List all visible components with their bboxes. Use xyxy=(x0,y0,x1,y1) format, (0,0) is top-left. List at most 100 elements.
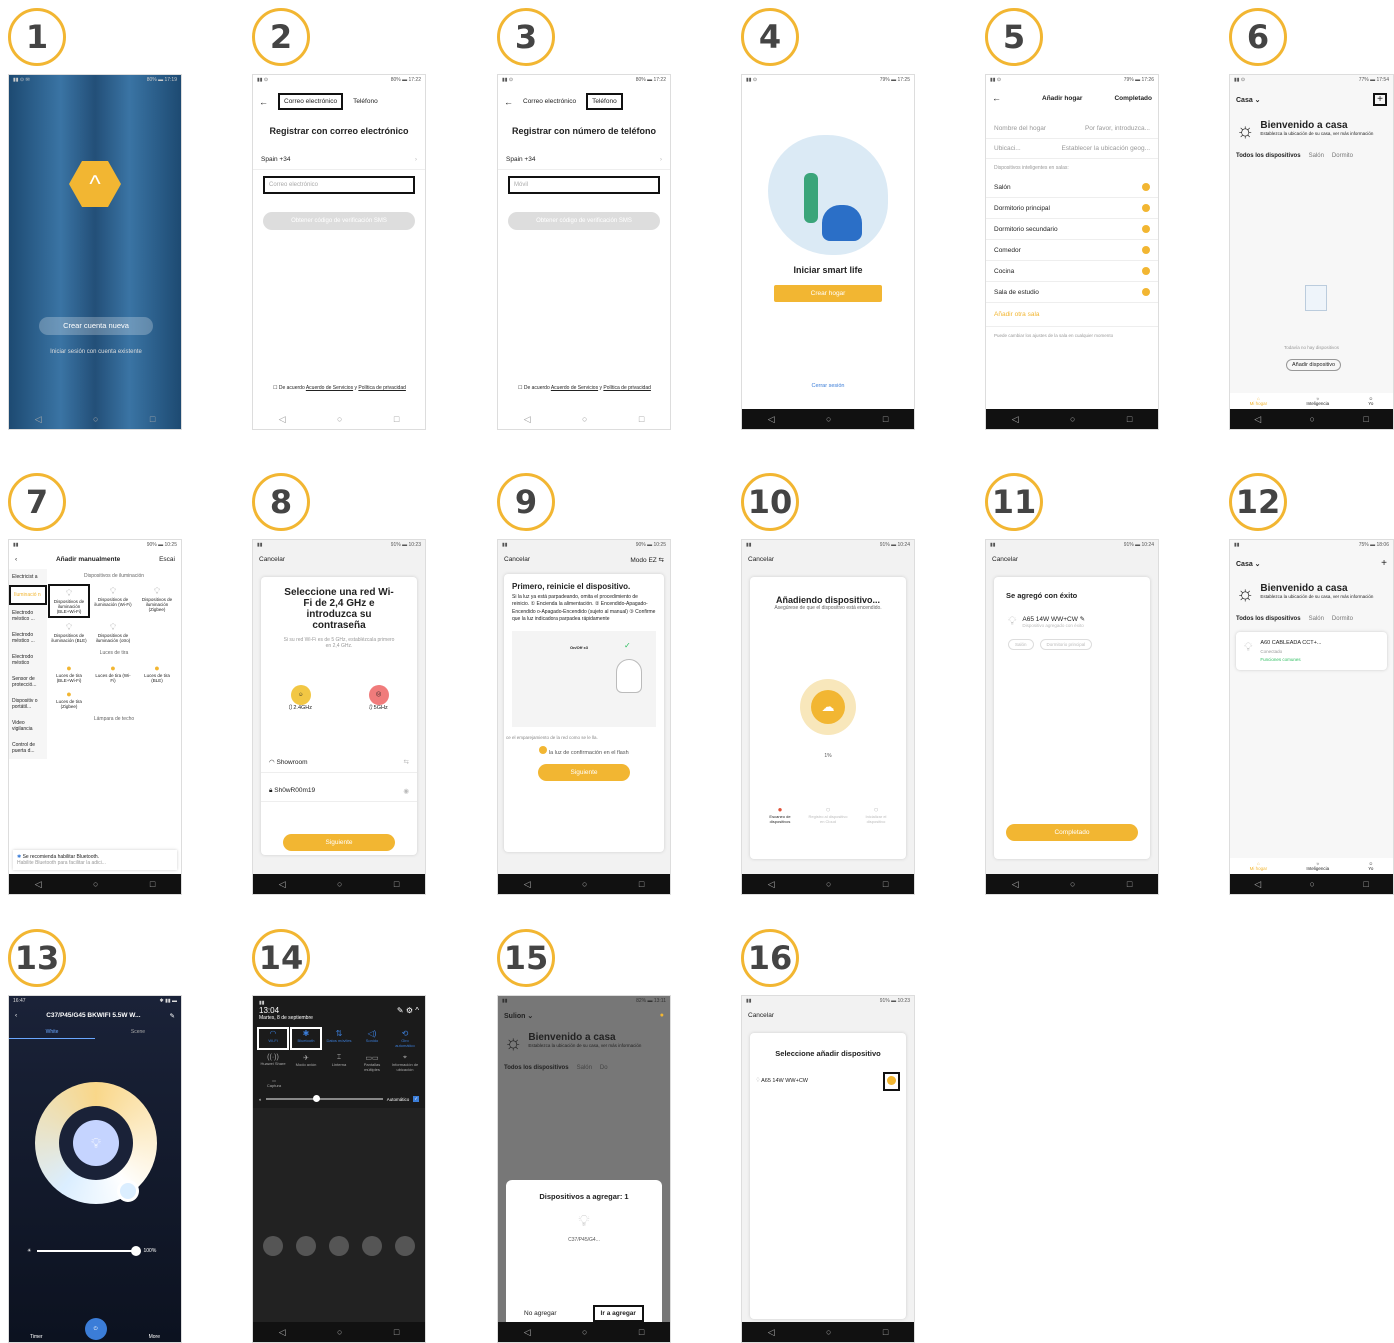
tab-salon[interactable]: Salón xyxy=(577,1065,592,1071)
tab-scene[interactable]: Scene xyxy=(95,1026,181,1039)
quick-tile[interactable]: ✱ Bluetooth xyxy=(290,1027,322,1050)
add-icon[interactable]: + xyxy=(1381,558,1387,569)
home-icon[interactable]: ○ xyxy=(826,879,831,889)
home-icon[interactable]: ○ xyxy=(337,879,342,889)
privacy-link[interactable]: Política de privacidad xyxy=(603,385,651,391)
cancel-button[interactable]: Cancelar xyxy=(986,550,1158,569)
ssid-field[interactable]: ◠ Showroom ⇆ xyxy=(261,752,417,773)
location-field[interactable]: Ubicaci... Establecer la ubicación geog..… xyxy=(986,139,1158,159)
cancel-button[interactable]: Cancelar xyxy=(504,556,530,564)
device-type-item[interactable]: ● Luces de tira (Zigbee) xyxy=(48,687,90,711)
slider-knob[interactable] xyxy=(131,1246,142,1256)
tab-mi-hogar[interactable]: ⌂ Mi hogar xyxy=(1250,861,1268,871)
recent-icon[interactable]: □ xyxy=(394,414,399,424)
category-item[interactable]: Electricist a xyxy=(9,569,47,585)
back-icon[interactable]: ◁ xyxy=(768,879,775,890)
category-item[interactable]: Video vigilancia xyxy=(9,715,47,737)
capture-tile[interactable]: ▭ Captura xyxy=(259,1078,289,1088)
tab-inteligencia[interactable]: ☼ Inteligencia xyxy=(1306,861,1329,871)
recent-icon[interactable]: □ xyxy=(394,1327,399,1337)
device-type-item[interactable]: ● Luces de tira (BLE+Wi-Fi) xyxy=(48,661,90,685)
next-button[interactable]: Siguiente xyxy=(538,764,630,781)
back-icon[interactable]: ◁ xyxy=(524,414,531,425)
bluetooth-banner[interactable]: ✱ Se recomienda habilitar Bluetooth. Habi… xyxy=(13,850,177,870)
edit-icon[interactable]: ✎ xyxy=(1080,616,1085,623)
tab-yo[interactable]: ☺ Yo xyxy=(1368,861,1373,871)
room-item[interactable]: Salón xyxy=(986,177,1158,198)
more-button[interactable]: More xyxy=(149,1334,160,1340)
sms-code-button[interactable]: Obtener código de verificación SMS xyxy=(508,212,660,230)
device-type-item[interactable]: 💡︎ Dispositivos de iluminación (BLE) xyxy=(48,620,90,645)
add-icon[interactable]: ● xyxy=(660,1012,664,1020)
home-selector[interactable]: Casa ⌄ xyxy=(1236,96,1261,104)
home-icon[interactable]: ○ xyxy=(337,414,342,424)
home-selector[interactable]: Casa ⌄ xyxy=(1236,560,1261,568)
category-item[interactable]: Electrodo méstico xyxy=(9,649,47,671)
next-button[interactable]: Siguiente xyxy=(283,834,395,851)
quick-tile[interactable]: ◠ Wi-Fi xyxy=(257,1027,289,1050)
home-name-field[interactable]: Nombre del hogar Por favor, introduzca... xyxy=(986,119,1158,139)
home-icon[interactable]: ○ xyxy=(1070,879,1075,889)
logout-link[interactable]: Cerrar sesión xyxy=(742,383,914,389)
edit-icon[interactable]: ✎ xyxy=(170,1012,175,1020)
home-icon[interactable]: ○ xyxy=(337,1327,342,1337)
add-icon[interactable]: + xyxy=(1373,93,1387,106)
home-icon[interactable]: ○ xyxy=(582,879,587,889)
tab-email[interactable]: Correo electrónico xyxy=(278,93,344,110)
back-icon[interactable]: ◁ xyxy=(1254,879,1261,890)
edit-icon[interactable]: ✎ xyxy=(397,1006,404,1015)
password-field[interactable]: 🔒︎ Sh0wR00m19 ◉ xyxy=(261,781,417,802)
tab-mi-hogar[interactable]: ⌂ Mi hogar xyxy=(1250,396,1268,406)
room-item[interactable]: Cocina xyxy=(986,261,1158,282)
quick-tile[interactable]: ⟲ Giro automático xyxy=(391,1029,419,1048)
category-item[interactable]: Control de puerta d... xyxy=(9,737,47,759)
back-icon[interactable]: ◁ xyxy=(35,414,42,425)
power-icon[interactable]: ⏻ xyxy=(84,1318,107,1340)
power-bulb-icon[interactable]: 💡︎ xyxy=(73,1120,119,1166)
device-type-item[interactable]: ● Luces de tira (BLE) xyxy=(136,661,178,685)
privacy-link[interactable]: Política de privacidad xyxy=(358,385,406,391)
tab-phone[interactable]: Teléfono xyxy=(353,98,378,105)
recent-icon[interactable]: □ xyxy=(150,414,155,424)
category-item[interactable]: Electrodo méstico ... xyxy=(9,605,47,627)
tab-yo[interactable]: ☺ Yo xyxy=(1368,396,1373,406)
common-functions-link[interactable]: Funciones comunes xyxy=(1260,657,1321,662)
home-icon[interactable]: ○ xyxy=(93,879,98,889)
tab-dormitorio[interactable]: Dormito xyxy=(1332,153,1353,159)
home-icon[interactable]: ○ xyxy=(582,414,587,424)
add-device-button[interactable]: Añadir dispositivo xyxy=(1286,359,1342,371)
back-arrow-icon[interactable]: ← xyxy=(259,97,268,107)
back-icon[interactable]: ‹ xyxy=(15,556,17,563)
wheel-handle[interactable] xyxy=(117,1180,139,1202)
quick-tile[interactable]: ⌖ Información de ubicación xyxy=(391,1054,419,1072)
back-icon[interactable]: ◁ xyxy=(279,879,286,890)
device-type-item[interactable]: 💡︎ Dispositivos de iluminación (otro) xyxy=(92,620,134,645)
email-input[interactable]: Correo electrónico xyxy=(263,176,415,194)
tab-do[interactable]: Do xyxy=(600,1065,608,1071)
back-arrow-icon[interactable]: ← xyxy=(992,93,1042,103)
device-type-item[interactable]: 💡︎ Dispositivos de iluminación (BLE+Wi-Fi… xyxy=(48,584,90,618)
tab-dormitorio[interactable]: Dormito xyxy=(1332,616,1353,622)
home-icon[interactable]: ○ xyxy=(1070,414,1075,424)
room-item[interactable]: Dormitorio secundario xyxy=(986,219,1158,240)
add-device-icon[interactable] xyxy=(883,1072,900,1091)
no-add-button[interactable]: No agregar xyxy=(524,1310,557,1317)
create-account-button[interactable]: Crear cuenta nueva xyxy=(39,317,153,335)
room-item[interactable]: Comedor xyxy=(986,240,1158,261)
category-item[interactable]: Electrodo méstico ... xyxy=(9,627,47,649)
quick-tile[interactable]: ✈ Modo avión xyxy=(292,1054,320,1072)
confirm-checkbox[interactable]: la luz de confirmación en el flash xyxy=(504,746,664,756)
phone-input[interactable]: Móvil xyxy=(508,176,660,194)
quick-tile[interactable]: ▭▭ Pantallas múltiples xyxy=(358,1054,386,1072)
recent-icon[interactable]: □ xyxy=(883,1327,888,1337)
category-item[interactable]: Iluminació n xyxy=(9,585,47,605)
quick-tile[interactable]: ⇅ Datos móviles xyxy=(325,1029,353,1048)
home-icon[interactable]: ○ xyxy=(93,414,98,424)
scan-button[interactable]: Escai xyxy=(159,556,175,563)
recent-icon[interactable]: □ xyxy=(1363,414,1368,424)
mode-selector[interactable]: Modo EZ ⇆ xyxy=(630,556,664,564)
room-item[interactable]: Dormitorio principal xyxy=(986,198,1158,219)
recent-icon[interactable]: □ xyxy=(394,879,399,889)
recent-icon[interactable]: □ xyxy=(883,879,888,889)
back-icon[interactable]: ◁ xyxy=(279,1327,286,1338)
